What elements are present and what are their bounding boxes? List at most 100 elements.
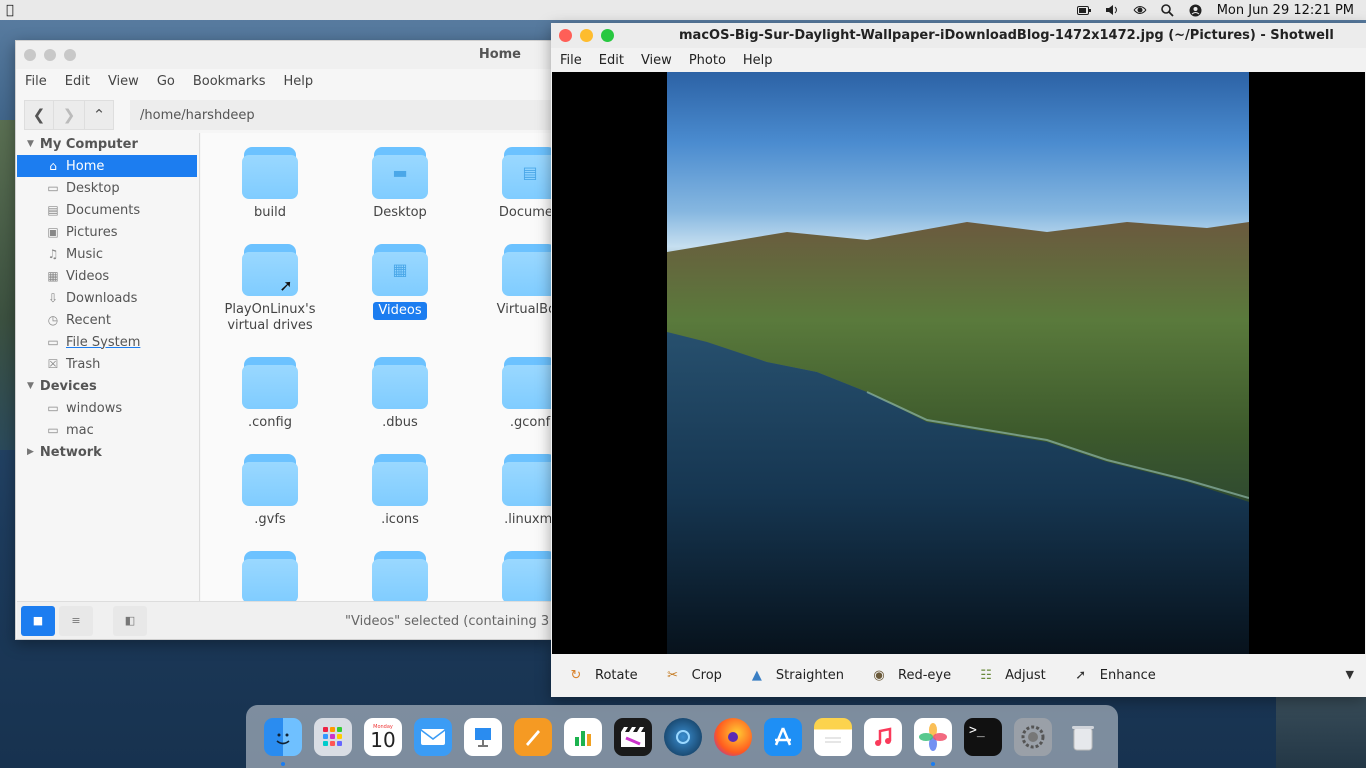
sidebar-item-videos[interactable]: ▦ Videos xyxy=(17,265,199,287)
file-item-config[interactable]: .config xyxy=(215,353,325,431)
sidebar-item-file-system[interactable]: ▭ File System xyxy=(17,331,199,353)
file-item-partial[interactable] xyxy=(215,547,325,601)
close-button[interactable] xyxy=(24,49,36,61)
sidebar-section-my-computer[interactable]: ▼ My Computer xyxy=(17,133,199,155)
recent-icon: ◷ xyxy=(47,313,59,327)
volume-icon[interactable] xyxy=(1105,4,1119,16)
sidebar-item-downloads[interactable]: ⇩ Downloads xyxy=(17,287,199,309)
window-title: Home xyxy=(478,47,521,62)
mail-icon[interactable] xyxy=(414,717,452,756)
launchpad-icon[interactable] xyxy=(314,717,352,756)
battery-icon[interactable] xyxy=(1076,4,1091,16)
desktop-icon: ▭ xyxy=(47,181,59,195)
documents-icon: ▤ xyxy=(47,203,59,217)
up-button[interactable]: ⌃ xyxy=(84,100,114,130)
places-sidebar-toggle[interactable]: ■ xyxy=(21,605,55,636)
menu-view[interactable]: View xyxy=(108,74,139,89)
photo-canvas[interactable] xyxy=(552,72,1365,654)
sidebar-item-trash[interactable]: ☒ Trash xyxy=(17,353,199,375)
menu-help[interactable]: Help xyxy=(743,53,773,68)
straighten-button[interactable]: ▲ Straighten xyxy=(748,667,844,685)
sidebar-item-recent[interactable]: ◷ Recent xyxy=(17,309,199,331)
menu-file[interactable]: File xyxy=(560,53,582,68)
file-item-desktop[interactable]: ▬ Desktop xyxy=(345,143,455,221)
numbers-icon[interactable] xyxy=(564,717,602,756)
tree-icon: ≡ xyxy=(71,614,81,627)
close-button[interactable] xyxy=(559,29,572,42)
sidebar-item-pictures[interactable]: ▣ Pictures xyxy=(17,221,199,243)
file-item-gconf[interactable]: .gconf xyxy=(475,353,552,431)
sidebar-section-devices[interactable]: ▼ Devices xyxy=(17,375,199,397)
sidebar-item-windows[interactable]: ▭ windows xyxy=(17,397,199,419)
clock-datetime[interactable]: Mon Jun 29 12:21 PM xyxy=(1217,3,1354,18)
menu-file[interactable]: File xyxy=(25,74,47,89)
expanded-triangle-icon: ▼ xyxy=(27,381,34,391)
file-item-build[interactable]: build xyxy=(215,143,325,221)
menu-go[interactable]: Go xyxy=(157,74,175,89)
back-button[interactable]: ❮ xyxy=(24,100,54,130)
music-app-icon[interactable] xyxy=(864,717,902,756)
toolbar-more-icon[interactable]: ▼ xyxy=(1346,668,1354,681)
red-eye-button[interactable]: ◉ Red-eye xyxy=(870,667,951,685)
calendar-day: 10 xyxy=(370,727,396,752)
file-item-partial[interactable] xyxy=(475,547,552,601)
file-item-playonlinux[interactable]: ➚ PlayOnLinux's virtual drives xyxy=(215,240,325,334)
adjust-button[interactable]: ☷ Adjust xyxy=(977,667,1045,685)
firefox-icon[interactable] xyxy=(714,717,752,756)
menu-edit[interactable]: Edit xyxy=(65,74,90,89)
maximize-button[interactable] xyxy=(601,29,614,42)
file-item-dbus[interactable]: .dbus xyxy=(345,353,455,431)
minimize-button[interactable] xyxy=(580,29,593,42)
pages-icon[interactable] xyxy=(514,717,552,756)
sidebar-item-home[interactable]: ⌂ Home xyxy=(17,155,197,177)
crop-button[interactable]: ✂ Crop xyxy=(664,667,722,685)
sidebar-item-documents[interactable]: ▤ Documents xyxy=(17,199,199,221)
sidebar-item-mac[interactable]: ▭ mac xyxy=(17,419,199,441)
photos-icon[interactable] xyxy=(914,717,952,766)
tree-sidebar-toggle[interactable]: ≡ xyxy=(59,605,93,636)
file-item-gvfs[interactable]: .gvfs xyxy=(215,450,325,528)
chevron-up-icon: ⌃ xyxy=(92,106,106,124)
enhance-button[interactable]: ➚ Enhance xyxy=(1072,667,1156,685)
terminal-icon[interactable]: >_ xyxy=(964,717,1002,756)
photo-viewer-titlebar[interactable]: macOS-Big-Sur-Daylight-Wallpaper-iDownlo… xyxy=(551,23,1366,48)
apple-menu-icon[interactable]:  xyxy=(6,3,14,18)
trash-dock-icon[interactable] xyxy=(1064,718,1102,756)
menu-edit[interactable]: Edit xyxy=(599,53,624,68)
network-icon[interactable] xyxy=(1133,4,1147,16)
photo-image xyxy=(667,72,1249,654)
menu-help[interactable]: Help xyxy=(283,74,313,89)
file-item-partial[interactable] xyxy=(345,547,455,601)
sidebar-item-desktop[interactable]: ▭ Desktop xyxy=(17,177,199,199)
hide-sidebar-button[interactable]: ◧ xyxy=(113,605,147,636)
disk-utility-icon[interactable] xyxy=(664,717,702,756)
expanded-triangle-icon: ▼ xyxy=(27,139,34,149)
minimize-button[interactable] xyxy=(44,49,56,61)
user-icon[interactable] xyxy=(1189,4,1203,17)
location-bar[interactable]: /home/harshdeep xyxy=(130,100,551,130)
sidebar-item-music[interactable]: ♫ Music xyxy=(17,243,199,265)
rotate-button[interactable]: ↻ Rotate xyxy=(567,667,638,685)
menu-photo[interactable]: Photo xyxy=(689,53,726,68)
calendar-icon[interactable]: Monday 10 xyxy=(364,717,402,756)
file-item-documents[interactable]: ▤Documen xyxy=(475,143,552,221)
file-manager-titlebar[interactable]: Home xyxy=(16,41,551,69)
sidebar-section-network[interactable]: ▶ Network xyxy=(17,441,199,463)
maximize-button[interactable] xyxy=(64,49,76,61)
final-cut-icon[interactable] xyxy=(614,717,652,756)
filesystem-icon: ▭ xyxy=(47,335,59,349)
file-item-linuxmint[interactable]: .linuxmi xyxy=(475,450,552,528)
menu-view[interactable]: View xyxy=(641,53,672,68)
app-store-icon[interactable] xyxy=(764,717,802,756)
file-item-virtualbox[interactable]: VirtualBox xyxy=(475,240,552,318)
folder-icon xyxy=(242,353,298,409)
search-icon[interactable] xyxy=(1160,4,1175,17)
file-item-icons[interactable]: .icons xyxy=(345,450,455,528)
notes-icon[interactable] xyxy=(814,717,852,756)
forward-button[interactable]: ❯ xyxy=(54,100,84,130)
finder-icon[interactable] xyxy=(264,717,302,766)
menu-bookmarks[interactable]: Bookmarks xyxy=(193,74,266,89)
file-item-videos[interactable]: ▦ Videos xyxy=(345,240,455,320)
keynote-icon[interactable] xyxy=(464,717,502,756)
system-preferences-icon[interactable] xyxy=(1014,717,1052,756)
